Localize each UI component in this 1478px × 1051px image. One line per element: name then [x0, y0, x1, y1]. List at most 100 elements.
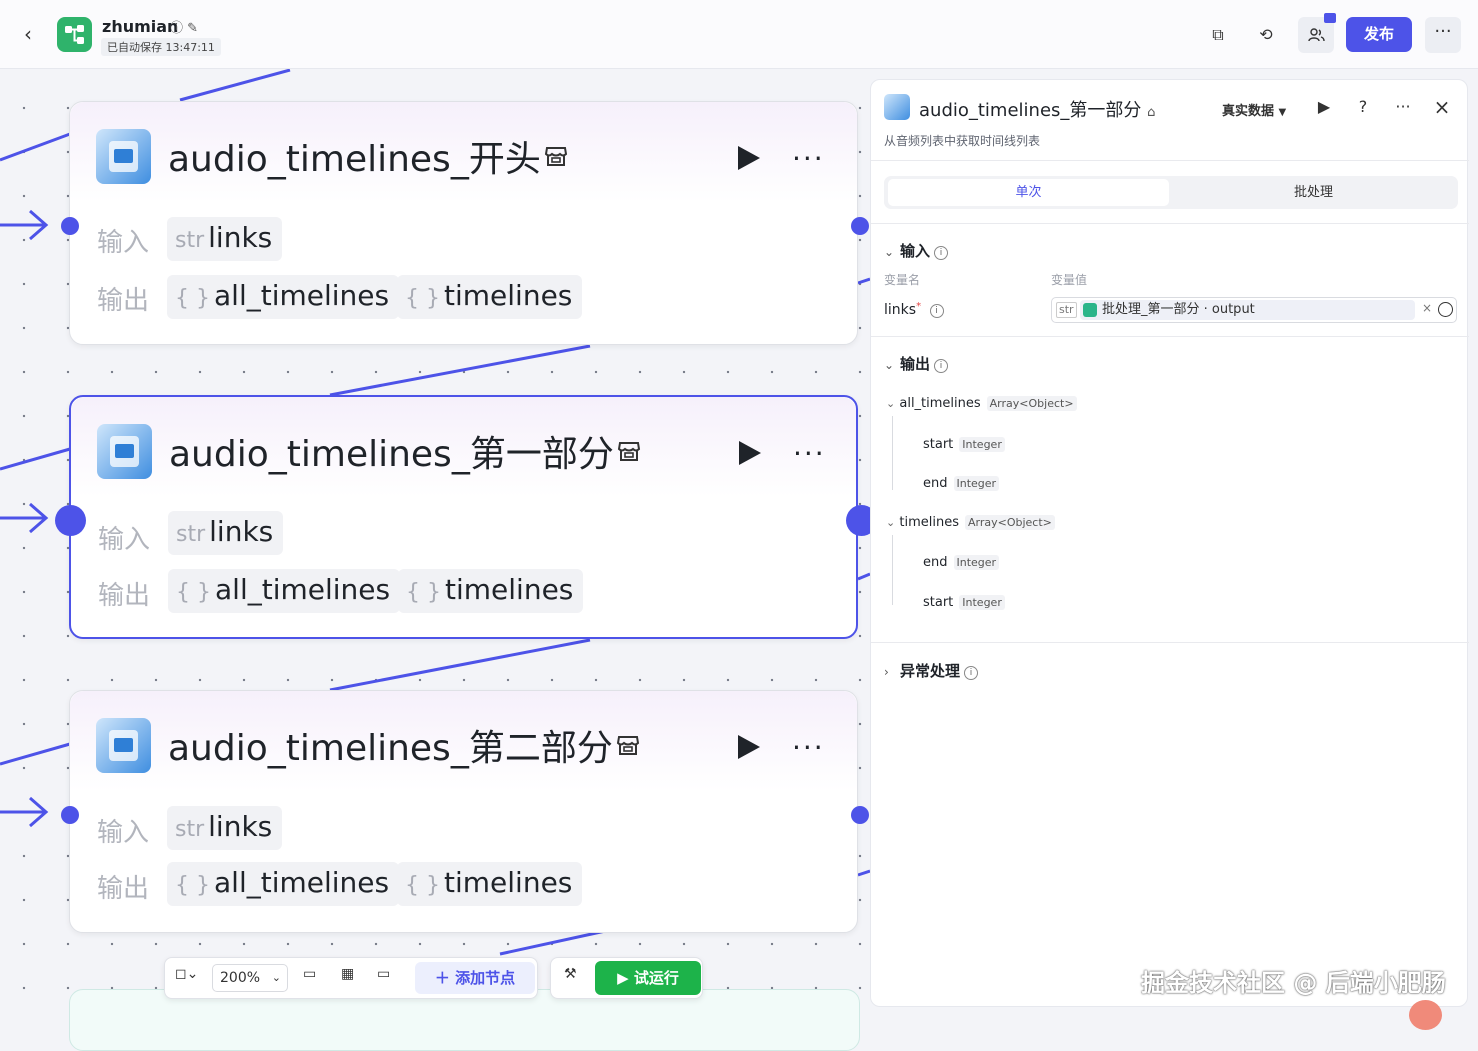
close-icon[interactable]: ×: [1431, 96, 1453, 118]
input-port[interactable]: [61, 217, 79, 235]
data-mode-select[interactable]: 真实数据 ▼: [1222, 100, 1286, 119]
assistant-avatar[interactable]: [1409, 1000, 1442, 1030]
plugin-icon: [884, 94, 910, 120]
input-param-tag: str links: [167, 217, 283, 261]
node-more-icon[interactable]: ···: [793, 437, 826, 470]
output-param-tag: { } all_timelines: [167, 275, 400, 319]
more-icon[interactable]: ···: [1425, 17, 1461, 53]
tab-batch[interactable]: 批处理: [1173, 179, 1454, 206]
edge: [857, 572, 870, 581]
input-value-field[interactable]: str 批处理_第一部分 · output ×: [1051, 297, 1457, 323]
more-icon[interactable]: ···: [1392, 96, 1414, 118]
tab-single[interactable]: 单次: [888, 179, 1169, 206]
node-settings-panel: audio_timelines_第一部分 ⌂ 从音频列表中获取时间线列表 真实数…: [870, 79, 1469, 1007]
node-more-icon[interactable]: ···: [792, 731, 825, 764]
input-label: 输入: [97, 228, 150, 258]
plugin-icon: [97, 424, 152, 479]
zoom-select[interactable]: 200% ⌄: [212, 964, 288, 992]
run-node-icon[interactable]: [738, 146, 760, 170]
output-section-header[interactable]: ⌄ 输出 i: [884, 353, 949, 374]
edge: [857, 277, 870, 285]
input-label: 输入: [97, 818, 150, 848]
output-label: 输出: [97, 286, 150, 316]
output-child: start Integer: [923, 437, 1005, 452]
history-icon[interactable]: ⟲: [1253, 22, 1279, 48]
output-param-tag: { } timelines: [397, 862, 583, 906]
output-child: end Integer: [923, 476, 1000, 491]
run-icon[interactable]: ▶: [1313, 96, 1335, 118]
variable-reference[interactable]: 批处理_第一部分 · output: [1080, 300, 1415, 320]
back-arrow-icon[interactable]: ‹: [24, 22, 44, 46]
store-icon: [544, 147, 568, 166]
output-param-tag: { } timelines: [397, 275, 583, 319]
workflow-node-selected[interactable]: audio_timelines_第一部分 ··· 输入 str links 输出 …: [55, 395, 877, 639]
input-section-header[interactable]: ⌄ 输入 i: [884, 240, 949, 261]
clear-icon[interactable]: ×: [1422, 301, 1432, 315]
plugin-icon: [96, 129, 151, 184]
collaborators-button[interactable]: [1298, 13, 1336, 53]
edge: [857, 869, 870, 877]
comment-icon[interactable]: ▭: [303, 966, 316, 982]
input-port[interactable]: [55, 505, 86, 536]
grid-icon[interactable]: ▦: [341, 966, 354, 982]
output-port[interactable]: [851, 217, 869, 235]
edge: [0, 742, 71, 766]
info-icon: i: [964, 666, 979, 680]
autosave-status: 已自动保存 13:47:11: [101, 38, 221, 56]
info-icon: i: [934, 359, 949, 373]
output-param-tag: { } timelines: [398, 569, 584, 613]
output-item[interactable]: ⌄ timelines Array<Object>: [886, 515, 1055, 530]
publish-button[interactable]: 发布: [1346, 17, 1412, 52]
edge-arrow: [0, 502, 49, 534]
chevron-down-icon: ⌄: [884, 245, 895, 259]
chevron-right-icon: ›: [884, 665, 889, 679]
edge: [499, 928, 611, 956]
mode-tabs: 单次 批处理: [884, 176, 1458, 209]
users-icon: [1308, 28, 1325, 42]
watermark: 掘金技术社区 @ 后端小肥肠: [1141, 969, 1446, 997]
node-more-icon[interactable]: ···: [792, 142, 825, 175]
wrench-icon[interactable]: ⚒: [564, 966, 577, 982]
input-var-name: links* i: [884, 301, 944, 318]
canvas-toolbar: ◻⌄ 200% ⌄ ▭ ▦ ▭ ＋ 添加节点: [164, 957, 538, 999]
node-title: audio_timelines_第一部分: [169, 434, 614, 475]
store-icon: [617, 442, 641, 461]
run-node-icon[interactable]: [738, 735, 760, 759]
output-item[interactable]: ⌄ all_timelines Array<Object>: [886, 396, 1077, 411]
help-icon[interactable]: ?: [1352, 96, 1374, 118]
store-icon: ⌂: [1147, 105, 1156, 120]
plugin-icon: [96, 718, 151, 773]
info-icon: i: [934, 246, 949, 260]
minimap-icon[interactable]: ▭: [377, 966, 390, 982]
edge: [0, 132, 71, 162]
input-param-tag: str links: [168, 511, 284, 555]
top-bar: ‹ zhumian ⓘ ✎ 已自动保存 13:47:11 ⧉ ⟲ 发布 ···: [0, 0, 1478, 69]
edit-icon[interactable]: ✎: [187, 21, 198, 36]
input-port[interactable]: [61, 806, 79, 824]
input-param-tag: str links: [167, 806, 283, 850]
output-port[interactable]: [851, 806, 869, 824]
type-icon: str: [1056, 302, 1077, 318]
info-icon: i: [929, 304, 944, 318]
workflow-node[interactable]: audio_timelines_第二部分 ··· 输入 str links 输出 …: [61, 690, 869, 933]
workflow-node[interactable]: audio_timelines_开头 ··· 输入 str links 输出 { …: [61, 101, 869, 345]
node-title: audio_timelines_第二部分: [168, 728, 613, 769]
edge-arrow: [0, 209, 49, 241]
run-toolbar: ⚒ ▶ 试运行: [550, 957, 703, 999]
edge-arrow: [0, 796, 49, 828]
add-node-button[interactable]: ＋ 添加节点: [415, 962, 535, 994]
mouse-icon[interactable]: ◻⌄: [175, 966, 198, 982]
output-param-tag: { } all_timelines: [168, 569, 401, 613]
output-label: 输出: [97, 874, 150, 904]
trial-run-button[interactable]: ▶ 试运行: [595, 961, 701, 995]
run-node-icon[interactable]: [739, 441, 761, 465]
panel-description: 从音频列表中获取时间线列表: [884, 134, 1041, 148]
copy-icon[interactable]: ⧉: [1205, 22, 1231, 48]
info-icon[interactable]: ⓘ: [170, 21, 183, 36]
settings-icon[interactable]: [1438, 302, 1453, 317]
error-handling-header[interactable]: › 异常处理 i: [884, 660, 979, 681]
col-value-header: 变量值: [1051, 273, 1088, 287]
edge: [0, 447, 71, 471]
output-child: start Integer: [923, 595, 1005, 610]
edge: [329, 638, 591, 692]
